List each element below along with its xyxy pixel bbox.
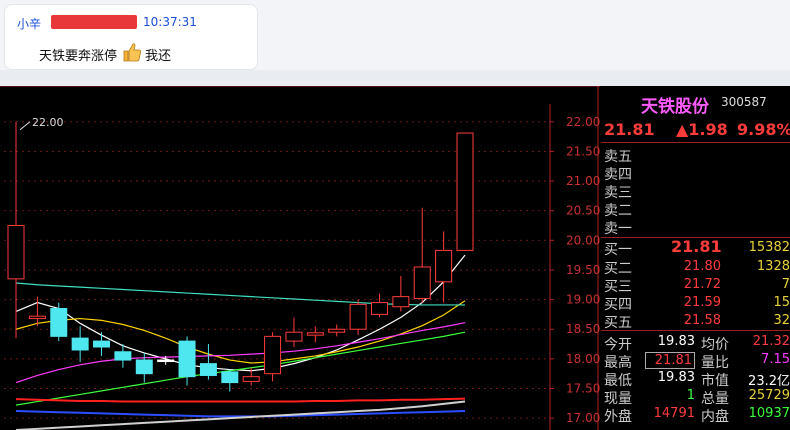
stat-value: 10937 [748,406,790,421]
last-price: 21.81 [604,120,655,139]
y-tick-label: 19.00 [566,293,600,307]
toolbar-strip [0,70,790,86]
chat-message-tail: 我还 [145,49,172,64]
y-tick-label: 20.50 [566,204,600,218]
thumbs-up-icon [123,43,141,62]
candle-body [456,132,474,251]
stat-value: 25729 [748,388,790,403]
y-tick-label: 21.50 [566,144,600,158]
candle-body [221,371,239,384]
stat-value: 21.32 [752,334,790,349]
chart-background [0,86,600,430]
bid-level-5-price: 21.58 [683,313,721,328]
candle-body [435,249,453,283]
candle-body [93,340,111,348]
stock-terminal: 小辛 10:37:31 天铁要奔涨停 我还 MA3: 18.59↑MA4: 18… [0,0,790,430]
candle-body [264,335,282,375]
y-tick-label: 17.00 [566,411,600,425]
candle-body [392,296,410,308]
price-change: ▲1.98 [676,120,728,139]
candle-body [7,225,25,280]
ask-level-3: 卖三 [604,185,632,201]
candle-body [306,332,324,336]
y-tick-label: 18.50 [566,322,600,336]
candle-body [50,307,68,337]
y-tick-label: 18.00 [566,352,600,366]
candle-body [370,302,388,315]
chat-message: 天铁要奔涨停 [39,49,118,64]
bid-level-2-label: 买二 [604,261,632,277]
stat-value: 21.81 [645,352,695,369]
bid-level-3-label: 买三 [604,279,632,295]
max-annotation: 22.00 [32,116,64,129]
stat-label: 外盘 [604,409,632,425]
ask-level-1: 卖一 [604,221,632,237]
stat-label: 最高 [604,355,632,371]
bid-level-1-volume: 15382 [748,240,790,255]
bid-level-2-volume: 1328 [756,259,790,274]
stat-value: 19.83 [657,334,695,349]
stat-label: 现量 [604,391,632,407]
y-tick-label: 22.00 [566,115,600,129]
candle-body [178,340,196,378]
candle-body [349,303,367,330]
stat-value: 23.2亿 [748,374,790,389]
chat-sender[interactable]: 小辛 [17,15,41,32]
candle-body [199,363,217,376]
stat-label: 量比 [701,355,729,371]
stat-label: 市值 [701,373,729,389]
y-tick-label: 20.00 [566,233,600,247]
chat-time: 10:37:31 [143,15,197,29]
y-tick-label: 17.50 [566,382,600,396]
ask-level-4: 卖四 [604,167,632,183]
candle-body [114,351,132,361]
bid-level-1-price: 21.81 [671,237,722,256]
stat-label: 总量 [701,391,729,407]
bid-level-2-price: 21.80 [683,259,721,274]
candle-body [157,359,175,363]
stock-name[interactable]: 天铁股份 [641,92,709,117]
bid-level-3-volume: 7 [781,277,790,292]
candle-body [242,376,260,382]
stock-code: 300587 [721,95,767,109]
ask-level-5: 卖五 [604,149,632,165]
chat-area: 小辛 10:37:31 天铁要奔涨停 我还 [0,0,790,86]
bid-level-4-label: 买四 [604,297,632,313]
stat-label: 最低 [604,373,632,389]
stat-label: 内盘 [701,409,729,425]
y-tick-label: 21.00 [566,174,600,188]
bid-level-3-price: 21.72 [683,277,721,292]
candle-body [28,315,46,320]
bid-level-4-volume: 15 [773,295,790,310]
candle-body [135,359,153,375]
candle-body [413,266,431,299]
quote-panel: 天铁股份 300587 21.81 ▲1.98 9.98% 卖五 卖四 卖三 卖… [601,86,790,430]
redacted-id [51,15,137,29]
y-tick-label: 19.50 [566,263,600,277]
candlestick-chart[interactable]: 22.00 21.50 21.00 20.50 20.00 19.50 19.00 18.50… [0,86,600,430]
price-change-percent: 9.98% [737,120,790,139]
stat-label: 今开 [604,337,632,353]
candle-body [328,328,346,333]
divider [601,142,790,143]
stat-value: 7.15 [761,352,790,367]
bid-level-5-label: 买五 [604,315,632,331]
chat-bubble: 小辛 10:37:31 天铁要奔涨停 我还 [4,4,258,70]
divider [601,330,790,331]
stat-value: 19.83 [657,370,695,385]
stat-label: 均价 [701,337,729,353]
candle-body [285,331,303,342]
candle-body [71,337,89,351]
bid-level-1-label: 买一 [604,242,632,258]
ask-level-2: 卖二 [604,203,632,219]
bid-level-4-price: 21.59 [683,295,721,310]
stat-value: 14791 [653,406,695,421]
stat-value: 1 [686,388,695,403]
bid-level-5-volume: 32 [773,313,790,328]
